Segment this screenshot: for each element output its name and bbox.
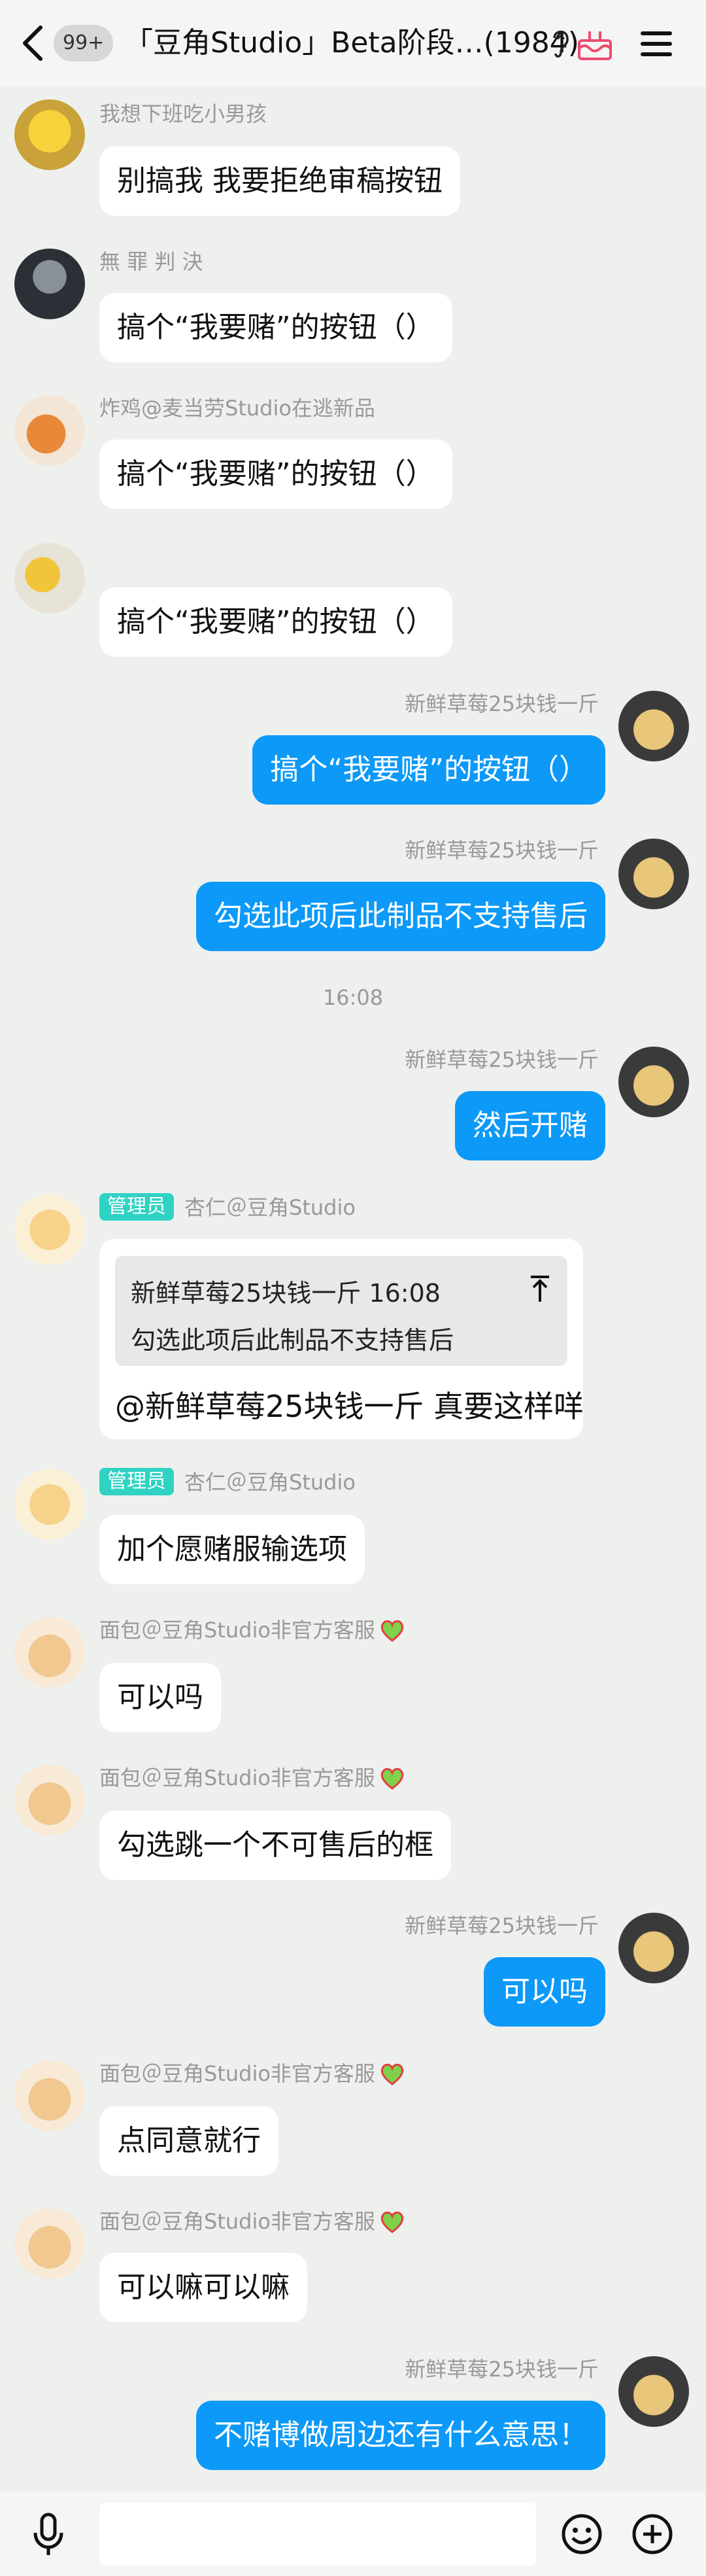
- message-bubble[interactable]: 可以吗: [484, 1957, 605, 2027]
- unread-count-badge[interactable]: 99+: [54, 25, 114, 61]
- chat-title[interactable]: 「豆角Studio」Beta阶段…(1984): [124, 22, 579, 64]
- heart-level-icon: [380, 2063, 404, 2085]
- ear-icon[interactable]: [550, 26, 571, 60]
- emoji-icon[interactable]: [561, 2513, 603, 2555]
- mic-icon[interactable]: [31, 2512, 65, 2558]
- quoted-header: 新鲜草莓25块钱一斤 16:08: [131, 1279, 441, 1308]
- avatar[interactable]: [618, 691, 689, 761]
- menu-icon[interactable]: [639, 30, 673, 58]
- sender-name: 新鲜草莓25块钱一斤: [405, 691, 599, 716]
- message-input[interactable]: [99, 2503, 536, 2566]
- avatar[interactable]: [14, 1194, 85, 1265]
- sender-name: 新鲜草莓25块钱一斤: [405, 2357, 599, 2382]
- admin-badge: 管理员: [99, 1193, 174, 1221]
- message-bubble[interactable]: 然后开赌: [455, 1091, 605, 1160]
- message-bubble[interactable]: 搞个“我要赌”的按钮（）: [99, 293, 452, 362]
- plus-icon[interactable]: [631, 2513, 673, 2555]
- sender-name: 炸鸡@麦当劳Studio在逃新品: [99, 396, 375, 421]
- quoted-message[interactable]: 新鲜草莓25块钱一斤 16:08 勾选此项后此制品不支持售后: [115, 1256, 567, 1366]
- avatar[interactable]: [618, 2356, 689, 2427]
- timestamp: 16:08: [322, 985, 384, 1010]
- input-bar: [0, 2492, 706, 2576]
- sender-name: 面包＠豆角Studio非官方客服: [99, 1618, 375, 1643]
- sender-name: 新鲜草莓25块钱一斤: [405, 838, 599, 863]
- message-bubble[interactable]: 搞个“我要赌”的按钮（）: [252, 735, 605, 805]
- sender-name: 杏仁＠豆角Studio: [184, 1195, 356, 1220]
- quoted-text: 勾选此项后此制品不支持售后: [131, 1326, 454, 1355]
- sender-name: 新鲜草莓25块钱一斤: [405, 1047, 599, 1072]
- avatar[interactable]: [618, 1913, 689, 1983]
- sender-name: 無 罪 判 決: [99, 249, 203, 274]
- message-bubble[interactable]: 点同意就行: [99, 2106, 278, 2176]
- avatar[interactable]: [14, 395, 85, 466]
- heart-level-icon: [380, 1620, 404, 1642]
- avatar[interactable]: [14, 543, 85, 614]
- message-bubble[interactable]: 加个愿赌服输选项: [99, 1515, 365, 1584]
- message-bubble[interactable]: 搞个“我要赌”的按钮（）: [99, 587, 452, 657]
- avatar[interactable]: [618, 1047, 689, 1117]
- message-bubble[interactable]: 不赌博做周边还有什么意思！: [196, 2401, 605, 2470]
- heart-level-icon: [380, 2211, 404, 2233]
- avatar[interactable]: [618, 839, 689, 909]
- message-bubble[interactable]: 勾选跳一个不可售后的框: [99, 1811, 451, 1880]
- cake-icon[interactable]: [575, 24, 614, 63]
- message-bubble[interactable]: 可以吗: [99, 1663, 221, 1732]
- sender-name: 面包＠豆角Studio非官方客服: [99, 2209, 375, 2234]
- avatar[interactable]: [14, 1469, 85, 1540]
- message-text: @新鲜草莓25块钱一斤 真要这样咩: [115, 1389, 584, 1424]
- heart-level-icon: [380, 1767, 404, 1790]
- avatar[interactable]: [14, 1617, 85, 1688]
- avatar[interactable]: [14, 99, 85, 170]
- message-bubble[interactable]: 搞个“我要赌”的按钮（）: [99, 440, 452, 509]
- admin-badge: 管理员: [99, 1468, 174, 1495]
- chat-header: 99+ 「豆角Studio」Beta阶段…(1984): [0, 0, 706, 86]
- message-bubble[interactable]: 别搞我 我要拒绝审稿按钮: [99, 147, 460, 216]
- sender-name: 新鲜草莓25块钱一斤: [405, 1913, 599, 1938]
- avatar[interactable]: [14, 1765, 85, 1836]
- reply-message-card[interactable]: 新鲜草莓25块钱一斤 16:08 勾选此项后此制品不支持售后 @新鲜草莓25块钱…: [99, 1239, 584, 1439]
- avatar[interactable]: [14, 249, 85, 319]
- avatar[interactable]: [14, 2208, 85, 2279]
- avatar[interactable]: [14, 2061, 85, 2131]
- back-chevron-icon[interactable]: [20, 24, 46, 63]
- message-bubble[interactable]: 可以嘛可以嘛: [99, 2253, 307, 2322]
- sender-name: 杏仁＠豆角Studio: [184, 1470, 356, 1495]
- sender-name: 我想下班吃小男孩: [99, 101, 267, 126]
- pin-up-icon[interactable]: [528, 1273, 552, 1304]
- message-bubble[interactable]: 勾选此项后此制品不支持售后: [196, 882, 605, 951]
- sender-name: 面包＠豆角Studio非官方客服: [99, 1766, 375, 1790]
- sender-name: 面包＠豆角Studio非官方客服: [99, 2061, 375, 2086]
